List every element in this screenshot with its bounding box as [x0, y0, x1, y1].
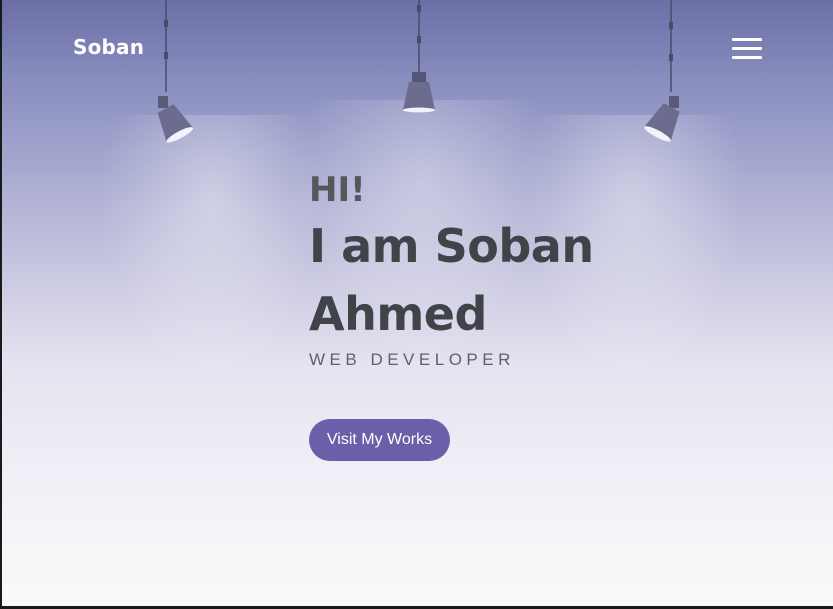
menu-bar: [732, 47, 762, 50]
brand-logo[interactable]: Soban: [73, 35, 144, 59]
menu-bar: [732, 56, 762, 59]
hero-content: HI! I am Soban Ahmed WEB DEVELOPER: [309, 168, 629, 370]
hero-role: WEB DEVELOPER: [309, 350, 515, 369]
spotlight-lamp-icon: [157, 0, 194, 143]
hero-name: I am Soban Ahmed: [309, 219, 594, 341]
hamburger-menu-icon[interactable]: [730, 36, 764, 62]
hero-greeting: HI!: [309, 170, 366, 210]
visit-works-button[interactable]: Visit My Works: [309, 419, 450, 461]
menu-bar: [732, 38, 762, 41]
spotlight-lamp-icon: [644, 0, 680, 142]
spotlight-lamp-icon: [403, 0, 435, 113]
hero-section: Soban HI! I am Soban Ahmed WEB DEVELOPER…: [2, 0, 833, 606]
